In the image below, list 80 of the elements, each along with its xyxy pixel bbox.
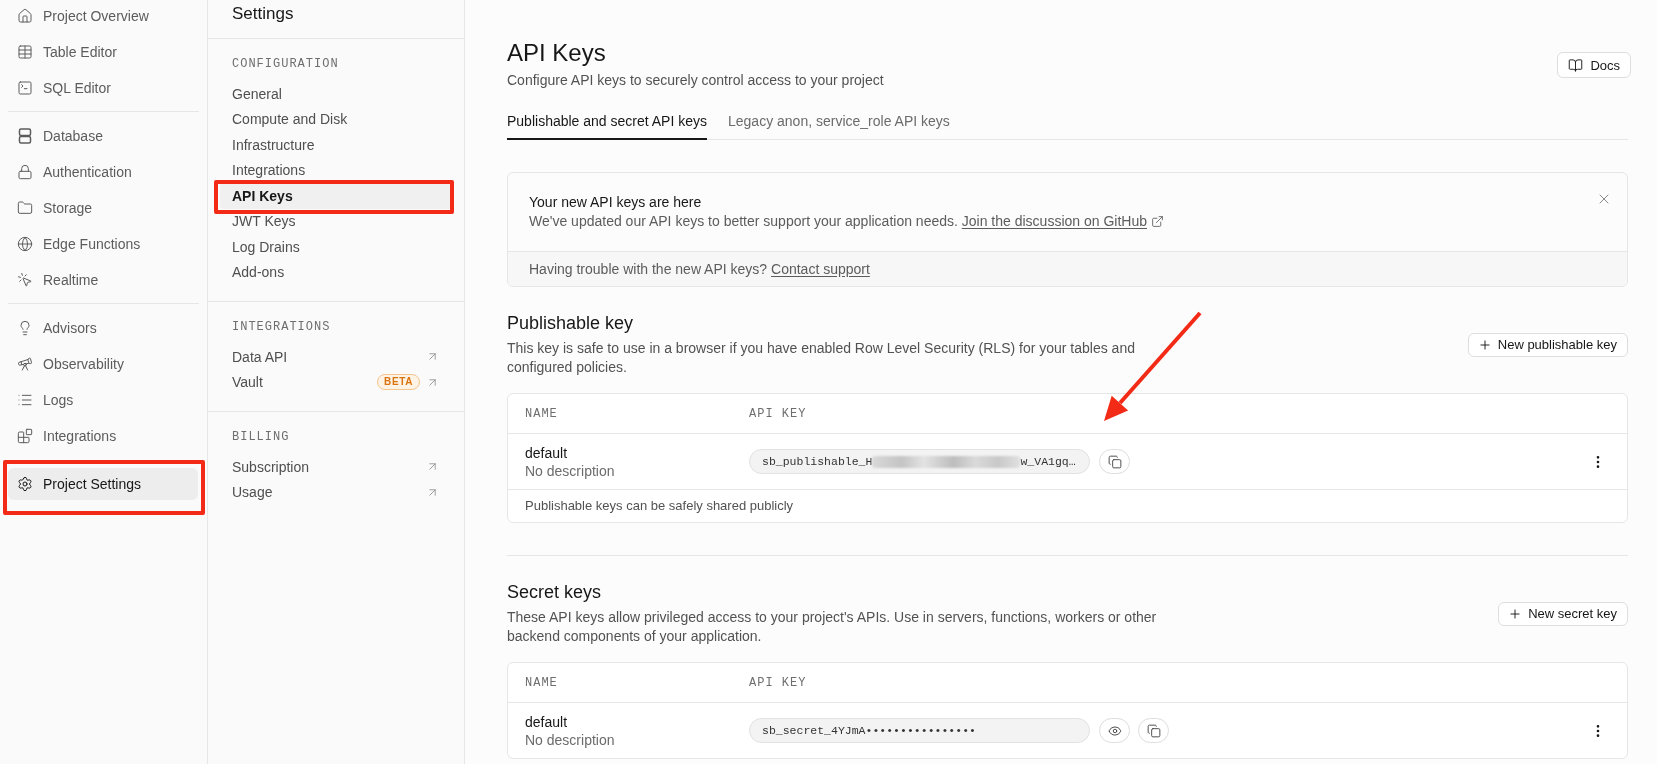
column-header: NAME [525,674,558,691]
nav-item[interactable]: Logs [8,384,198,416]
key-description: No description [525,730,615,749]
copy-icon [1107,454,1122,469]
nav-item[interactable]: Integrations [8,420,198,452]
section-title: Secret keys [507,581,602,603]
column-header: API KEY [749,405,807,422]
settings-nav-item[interactable]: JWT Keys [220,208,452,234]
panel-title: Settings [232,4,294,24]
key-name: default [525,443,568,462]
lightbulb-icon [17,320,33,336]
nav-item[interactable]: Table Editor [8,36,198,68]
tab[interactable]: Legacy anon, service_role API keys [728,104,950,140]
nav-item[interactable]: Observability [8,348,198,380]
nav-item[interactable]: Database [8,120,198,152]
api-key-field[interactable]: sb_secret_4YJmA•••••••••••••••• [749,718,1090,743]
nav-item[interactable]: Authentication [8,156,198,188]
plus-icon [1508,606,1523,621]
copy-button[interactable] [1099,449,1130,474]
notice-footer-text: Having trouble with the new API keys? Contact support [529,260,870,278]
key-description: No description [525,461,615,480]
table-icon [17,44,33,60]
globe-icon [17,236,33,252]
folder-icon [17,200,33,216]
settings-nav-item[interactable]: Data API [220,344,452,370]
section-heading: BILLING [232,429,290,445]
settings-icon [17,476,33,492]
settings-nav-item[interactable]: Subscription [220,454,452,480]
settings-nav-item[interactable]: Usage [220,479,452,505]
cursor-click-icon [17,272,33,288]
section-title: Publishable key [507,312,634,334]
api-key-field[interactable]: sb_publishable_H w_VA1gq… [749,449,1090,474]
settings-nav-item[interactable]: Compute and Disk [220,106,452,132]
new-key-button[interactable]: New secret key [1498,601,1628,626]
section-description: These API keys allow privileged access to your project's APIs. Use in servers, functions, workers or other backend components of your application. [507,608,1158,646]
github-link[interactable]: Join the discussion on GitHub [961,213,1164,229]
terminal-icon [17,80,33,96]
copy-icon [1146,723,1161,738]
settings-nav-item[interactable]: Integrations [220,157,452,183]
settings-nav-item[interactable]: Vault BETA [220,369,452,395]
database-icon [17,128,33,144]
settings-nav-item[interactable]: Add-ons [220,259,452,285]
nav-item[interactable]: Edge Functions [8,228,198,260]
section-heading: CONFIGURATION [232,56,339,72]
plus-icon [1477,337,1492,352]
settings-nav-item[interactable]: API Keys [220,183,452,209]
blocks-icon [17,428,33,444]
new-key-button[interactable]: New publishable key [1467,332,1628,357]
nav-item[interactable]: Project Settings [8,468,198,500]
nav-item[interactable]: Realtime [8,264,198,296]
list-icon [17,392,33,408]
nav-item[interactable]: Storage [8,192,198,224]
home-icon [17,8,33,24]
nav-item[interactable]: Project Overview [8,0,198,32]
section-heading: INTEGRATIONS [232,319,331,335]
reveal-button[interactable] [1099,718,1130,743]
contact-support-link[interactable]: Contact support [771,261,870,277]
notice-title: Your new API keys are here [529,193,702,211]
beta-badge: BETA [377,374,420,391]
settings-nav-item[interactable]: General [220,81,452,107]
telescope-icon [17,356,33,372]
column-header: NAME [525,405,558,422]
notice-text: We've updated our API keys to better support your application needs. Join the discussion on GitHub [529,212,1164,231]
settings-nav-item[interactable]: Log Drains [220,234,452,260]
table-footnote: Publishable keys can be safely shared publicly [525,498,794,514]
docs-button[interactable]: Docs [1557,52,1631,78]
eye-icon [1107,723,1122,738]
section-description: This key is safe to use in a browser if you have enabled Row Level Security (RLS) for your tables and configured policies. [507,339,1136,377]
tab[interactable]: Publishable and secret API keys [507,104,707,140]
page-subtitle: Configure API keys to securely control access to your project [507,71,884,90]
settings-nav-item[interactable]: Infrastructure [220,132,452,158]
copy-button[interactable] [1138,718,1169,743]
nav-item[interactable]: Advisors [8,312,198,344]
key-name: default [525,712,568,731]
nav-item[interactable]: SQL Editor [8,72,198,104]
lock-icon [17,164,33,180]
book-icon [1568,57,1584,73]
column-header: API KEY [749,674,807,691]
page-title: API Keys [507,38,606,68]
external-link-icon [1151,215,1164,228]
